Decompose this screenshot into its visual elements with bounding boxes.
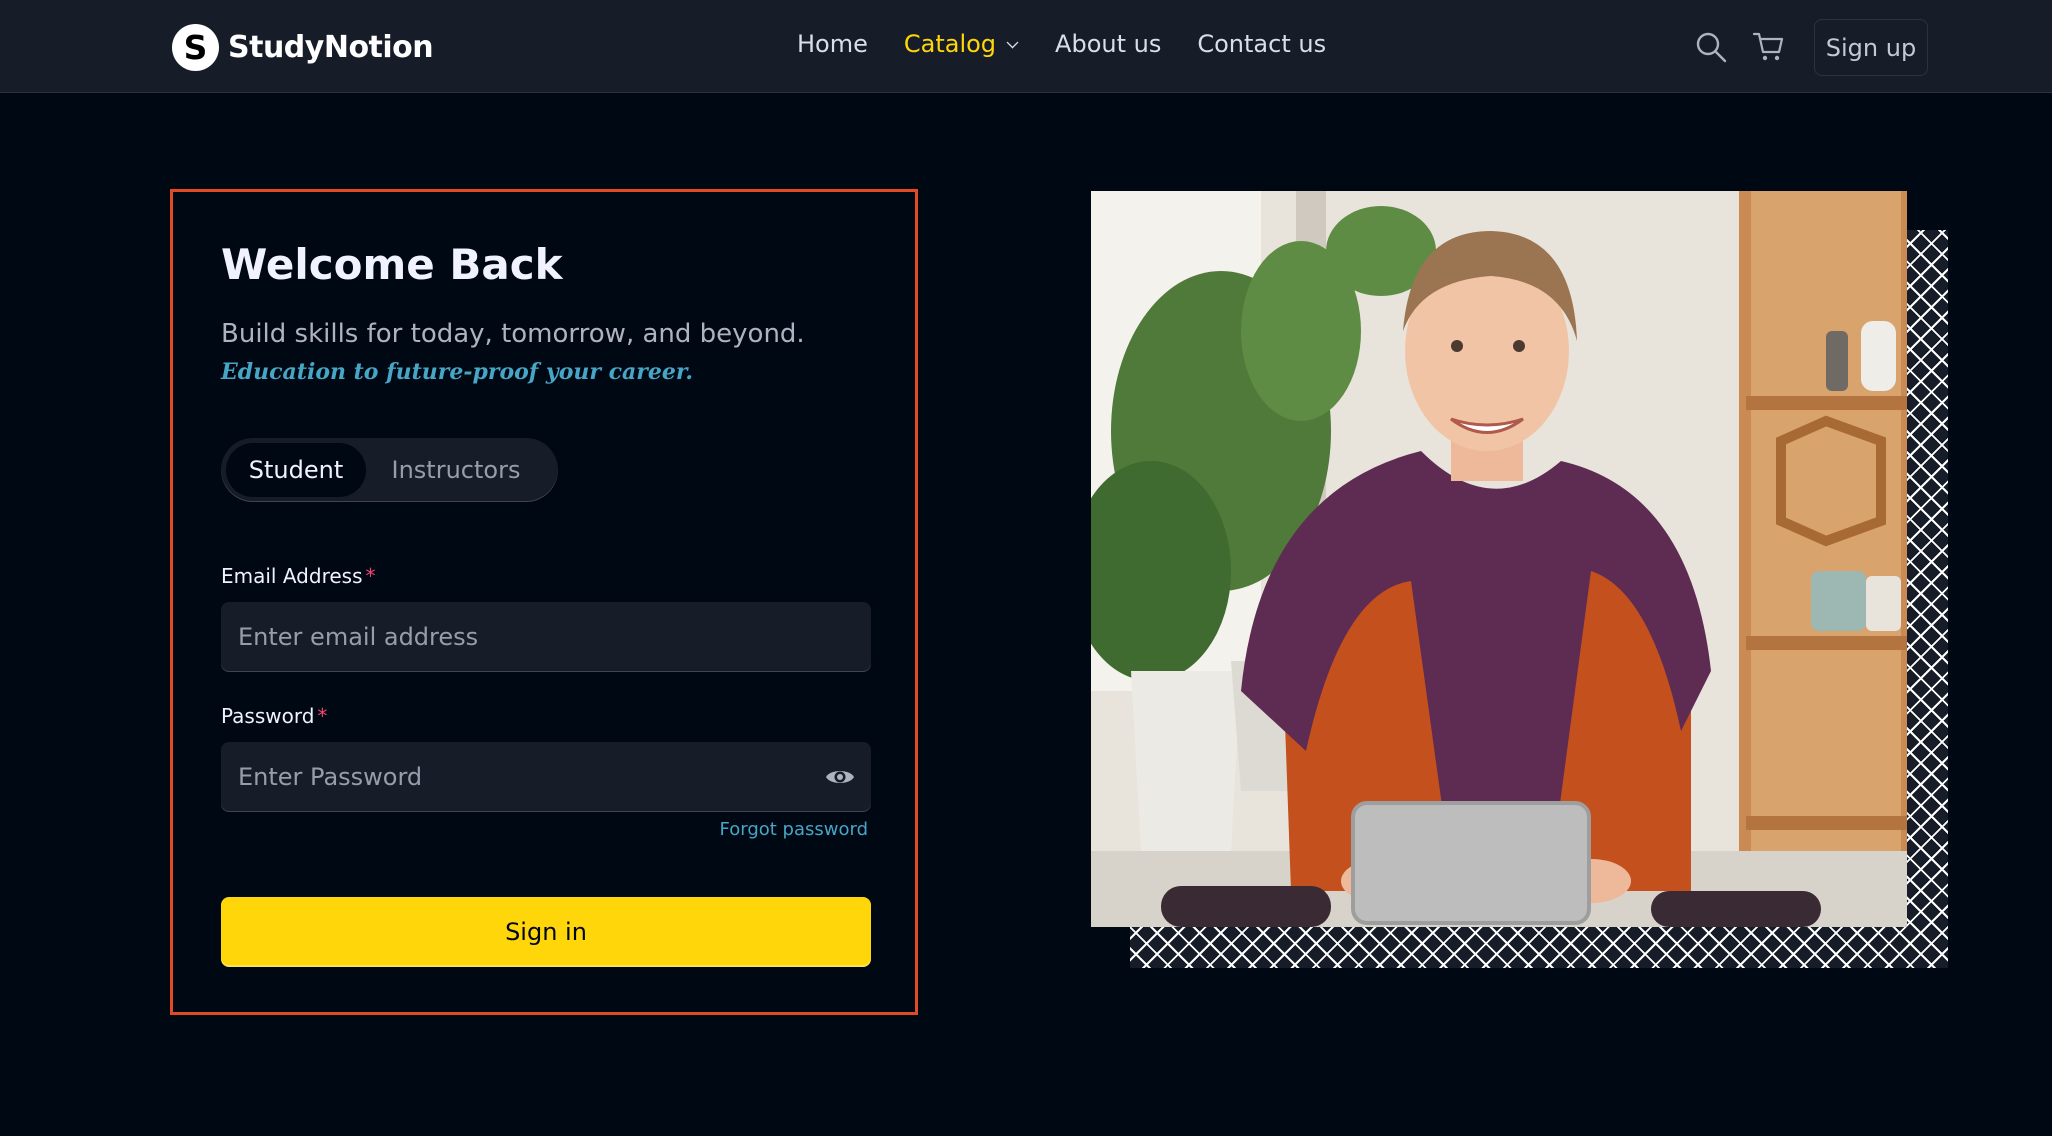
main-nav: Home Catalog About us Contact us bbox=[797, 30, 1362, 58]
password-label-text: Password bbox=[221, 704, 315, 728]
password-placeholder: Enter Password bbox=[238, 763, 423, 791]
logo-letter: S bbox=[183, 27, 208, 67]
navbar: S StudyNotion Home Catalog About us Cont… bbox=[0, 0, 2052, 93]
signup-button[interactable]: Sign up bbox=[1814, 19, 1928, 76]
subtitle-text: Build skills for today, tomorrow, and be… bbox=[221, 319, 805, 349]
cart-icon[interactable] bbox=[1752, 30, 1786, 64]
nav-link-contact[interactable]: Contact us bbox=[1197, 30, 1326, 58]
nav-link-catalog-label: Catalog bbox=[903, 30, 997, 58]
nav-link-contact-label: Contact us bbox=[1197, 30, 1327, 58]
nav-link-catalog[interactable]: Catalog bbox=[904, 30, 1019, 58]
email-placeholder: Enter email address bbox=[238, 623, 479, 651]
forgot-password-link[interactable]: Forgot password bbox=[720, 819, 868, 840]
tab-student[interactable]: Student bbox=[226, 443, 366, 497]
logo-icon: S bbox=[172, 23, 219, 71]
email-label-text: Email Address bbox=[221, 564, 363, 588]
role-toggle: Student Instructors bbox=[221, 438, 558, 502]
nav-link-home-label: Home bbox=[797, 30, 868, 58]
nav-link-about[interactable]: About us bbox=[1055, 30, 1161, 58]
subtitle-highlight: Education to future-proof your career. bbox=[221, 359, 694, 385]
password-field[interactable]: Enter Password bbox=[221, 742, 871, 812]
required-mark: * bbox=[365, 564, 376, 588]
required-mark: * bbox=[317, 704, 328, 728]
login-card: Welcome Back Build skills for today, tom… bbox=[170, 189, 918, 1015]
chevron-down-icon bbox=[1006, 36, 1019, 48]
subtitle: Build skills for today, tomorrow, and be… bbox=[221, 316, 881, 391]
signin-button[interactable]: Sign in bbox=[221, 897, 871, 967]
page-title: Welcome Back bbox=[221, 240, 563, 289]
nav-link-home[interactable]: Home bbox=[797, 30, 868, 58]
student-illustration bbox=[1091, 191, 1907, 927]
password-label: Password * bbox=[221, 704, 327, 728]
eye-icon[interactable] bbox=[825, 764, 855, 790]
nav-link-about-label: About us bbox=[1055, 30, 1162, 58]
email-label: Email Address * bbox=[221, 564, 376, 588]
tab-instructors[interactable]: Instructors bbox=[366, 443, 546, 497]
student-photo bbox=[1091, 191, 1907, 927]
logo[interactable]: S StudyNotion bbox=[172, 23, 434, 71]
search-icon[interactable] bbox=[1694, 30, 1728, 64]
email-field[interactable]: Enter email address bbox=[221, 602, 871, 672]
brand-name: StudyNotion bbox=[228, 29, 434, 65]
